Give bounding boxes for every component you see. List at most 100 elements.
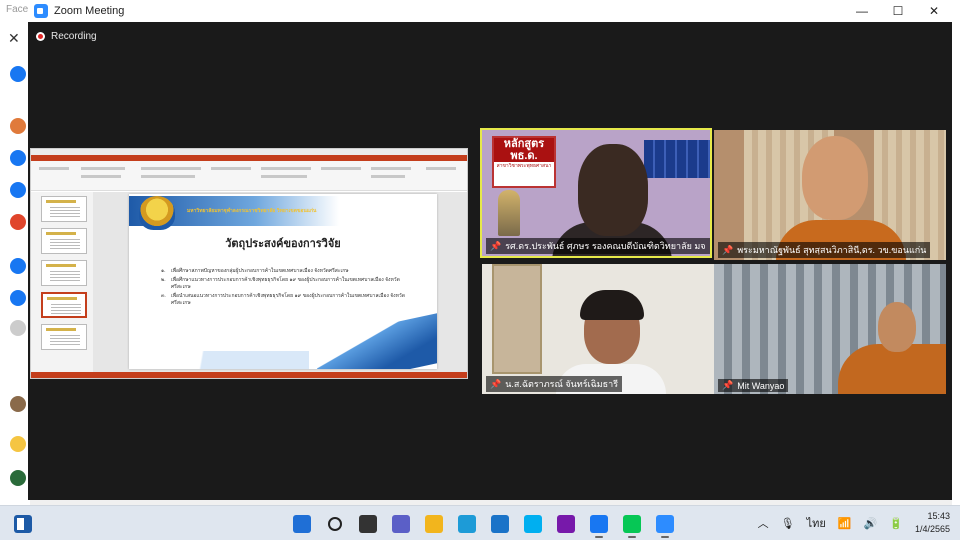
line-glyph: [622, 514, 641, 533]
background-page-right: [952, 0, 960, 505]
file-explorer-icon[interactable]: [420, 511, 447, 536]
background-clock-icon: [10, 182, 26, 198]
edge-glyph: [457, 514, 476, 533]
taskbar-apps: [288, 511, 678, 538]
recording-label: Recording: [51, 31, 97, 42]
slide-title: วัตถุประสงค์ของการวิจัย: [225, 238, 341, 250]
background-tab-title: Face: [6, 4, 29, 15]
participant-video[interactable]: 📌 น.ส.ฉัตราภรณ์ จันทร์เฉิมธารี: [482, 264, 714, 394]
objective-item: ๒. เพื่อศึกษาแนวทางการประกอบการค้าเชิงพุท…: [161, 277, 400, 290]
line-icon[interactable]: [618, 511, 645, 538]
pin-icon: 📌: [722, 244, 734, 255]
zoom-window: Zoom Meeting — ☐ ✕ Recording มหาวิทยาลัย…: [28, 0, 952, 500]
microphone-icon[interactable]: 🎙: [781, 517, 795, 530]
clock-date: 1/4/2565: [914, 524, 950, 534]
show-hidden-icons-chevron-icon[interactable]: ︿: [758, 515, 769, 531]
slide: มหาวิทยาลัยมหาจุฬาลงกรณราชวิทยาลัย วิทยา…: [129, 194, 437, 369]
background-more-icon: [10, 320, 26, 336]
background-page: Face ✕: [0, 0, 30, 505]
participant-name-tag: 📌 Mit Wanyao: [718, 379, 789, 392]
slide-thumbnail: [41, 260, 87, 286]
zoom-app-icon: [34, 4, 48, 18]
participant-video[interactable]: 📌 พระมหาณัฐพันธ์ สุทสฺสนวิภาสินี,ดร. วข.…: [714, 130, 946, 260]
course-banner: หลักสูตร พธ.ด. สาขาวิชาพระพุทธศาสนา: [492, 136, 556, 188]
objective-item: ๑. เพื่อศึกษาสภาพปัญหาของกลุ่มผู้ประกอบกา…: [161, 268, 349, 274]
edge-icon[interactable]: [453, 511, 480, 536]
participant-face: [802, 136, 868, 220]
skype-glyph: [523, 514, 542, 533]
university-name: มหาวิทยาลัยมหาจุฬาลงกรณราชวิทยาลัย วิทยา…: [187, 208, 317, 214]
participant-video-active-speaker[interactable]: หลักสูตร พธ.ด. สาขาวิชาพระพุทธศาสนา 📌 รศ…: [480, 128, 712, 258]
slide-decoration: [129, 351, 309, 369]
slide-thumbnail: [41, 324, 87, 350]
start-glyph: [292, 514, 311, 533]
participant-video[interactable]: 📌 Mit Wanyao: [714, 264, 946, 394]
search-icon[interactable]: [321, 511, 348, 536]
file-explorer-glyph: [424, 514, 443, 533]
zoom-icon[interactable]: [651, 511, 678, 538]
background-emoji-icon: [10, 436, 26, 452]
close-button[interactable]: ✕: [916, 0, 952, 22]
chat-icon[interactable]: [387, 511, 414, 536]
search-glyph: [327, 516, 342, 531]
statue: [498, 190, 520, 236]
participant-name: พระมหาณัฐพันธ์ สุทสฺสนวิภาสินี,ดร. วข.ขอ…: [737, 245, 927, 255]
facebook-glyph: [589, 514, 608, 533]
participant-name: Mit Wanyao: [737, 380, 785, 391]
background-avatar: [10, 396, 26, 412]
slide-thumbnail: [41, 196, 87, 222]
door: [492, 264, 542, 374]
participant-name-tag: 📌 รศ.ดร.ประพันธ์ ศุภษร รองคณบดีบัณฑิตวิท…: [486, 238, 710, 254]
mail-glyph: [490, 514, 509, 533]
task-view-icon[interactable]: [354, 511, 381, 536]
participant-name-tag: 📌 พระมหาณัฐพันธ์ สุทสฺสนวิภาสินี,ดร. วข.…: [718, 242, 931, 258]
volume-icon[interactable]: 🔊: [864, 517, 878, 530]
bookshelf: [644, 140, 710, 178]
background-avatar: [10, 470, 26, 486]
background-avatar: [10, 66, 26, 82]
widgets-icon[interactable]: [14, 515, 32, 533]
shared-screen[interactable]: มหาวิทยาลัยมหาจุฬาลงกรณราชวิทยาลัย วิทยา…: [30, 148, 468, 379]
onenote-glyph: [556, 514, 575, 533]
ppt-status-bar: [31, 372, 467, 378]
pin-icon: 📌: [490, 378, 502, 389]
objective-item: ๓. เพื่อนำเสนอแนวทางการประกอบการค้าเชิงพุ…: [161, 293, 405, 306]
start-icon[interactable]: [288, 511, 315, 536]
university-crest: [139, 196, 175, 230]
minimize-button[interactable]: —: [844, 0, 880, 22]
input-language[interactable]: ไทย: [807, 514, 826, 532]
wifi-icon[interactable]: 📶: [838, 517, 852, 530]
facebook-icon[interactable]: [585, 511, 612, 538]
mail-icon[interactable]: [486, 511, 513, 536]
slide-thumbnail-active: [41, 292, 87, 318]
background-flag-icon: [10, 214, 26, 230]
slide-thumbnail: [41, 228, 87, 254]
maximize-button[interactable]: ☐: [880, 0, 916, 22]
skype-icon[interactable]: [519, 511, 546, 536]
clock[interactable]: 15:43 1/4/2565: [915, 510, 950, 536]
objectives-list: ๑. เพื่อศึกษาสภาพปัญหาของกลุ่มผู้ประกอบกา…: [161, 268, 411, 309]
participant-hair: [580, 290, 644, 320]
onenote-icon[interactable]: [552, 511, 579, 536]
chat-glyph: [391, 514, 410, 533]
background-avatar: [10, 118, 26, 134]
clock-time: 15:43: [927, 511, 950, 521]
pin-icon: 📌: [490, 240, 502, 251]
participant-name: รศ.ดร.ประพันธ์ ศุภษร รองคณบดีบัณฑิตวิทยา…: [505, 241, 706, 251]
recording-indicator[interactable]: Recording: [36, 31, 97, 42]
slide-decoration: [317, 311, 437, 369]
record-icon: [36, 32, 45, 41]
ppt-ribbon: [31, 161, 467, 191]
battery-icon[interactable]: 🔋: [889, 517, 903, 530]
participant-name-tag: 📌 น.ส.ฉัตราภรณ์ จันทร์เฉิมธารี: [486, 376, 623, 392]
background-friends-icon: [10, 150, 26, 166]
window-title: Zoom Meeting: [54, 5, 125, 17]
participant-face: [878, 302, 916, 352]
slide-thumbnails: [31, 192, 93, 372]
participant-face: [578, 144, 648, 236]
pin-icon: 📌: [722, 380, 734, 390]
background-close-icon: ✕: [8, 30, 20, 46]
system-tray: ︿ 🎙 ไทย 📶 🔊 🔋 15:43 1/4/2565: [758, 510, 950, 536]
title-bar[interactable]: Zoom Meeting — ☐ ✕: [28, 0, 952, 22]
taskbar: ︿ 🎙 ไทย 📶 🔊 🔋 15:43 1/4/2565: [0, 505, 960, 540]
